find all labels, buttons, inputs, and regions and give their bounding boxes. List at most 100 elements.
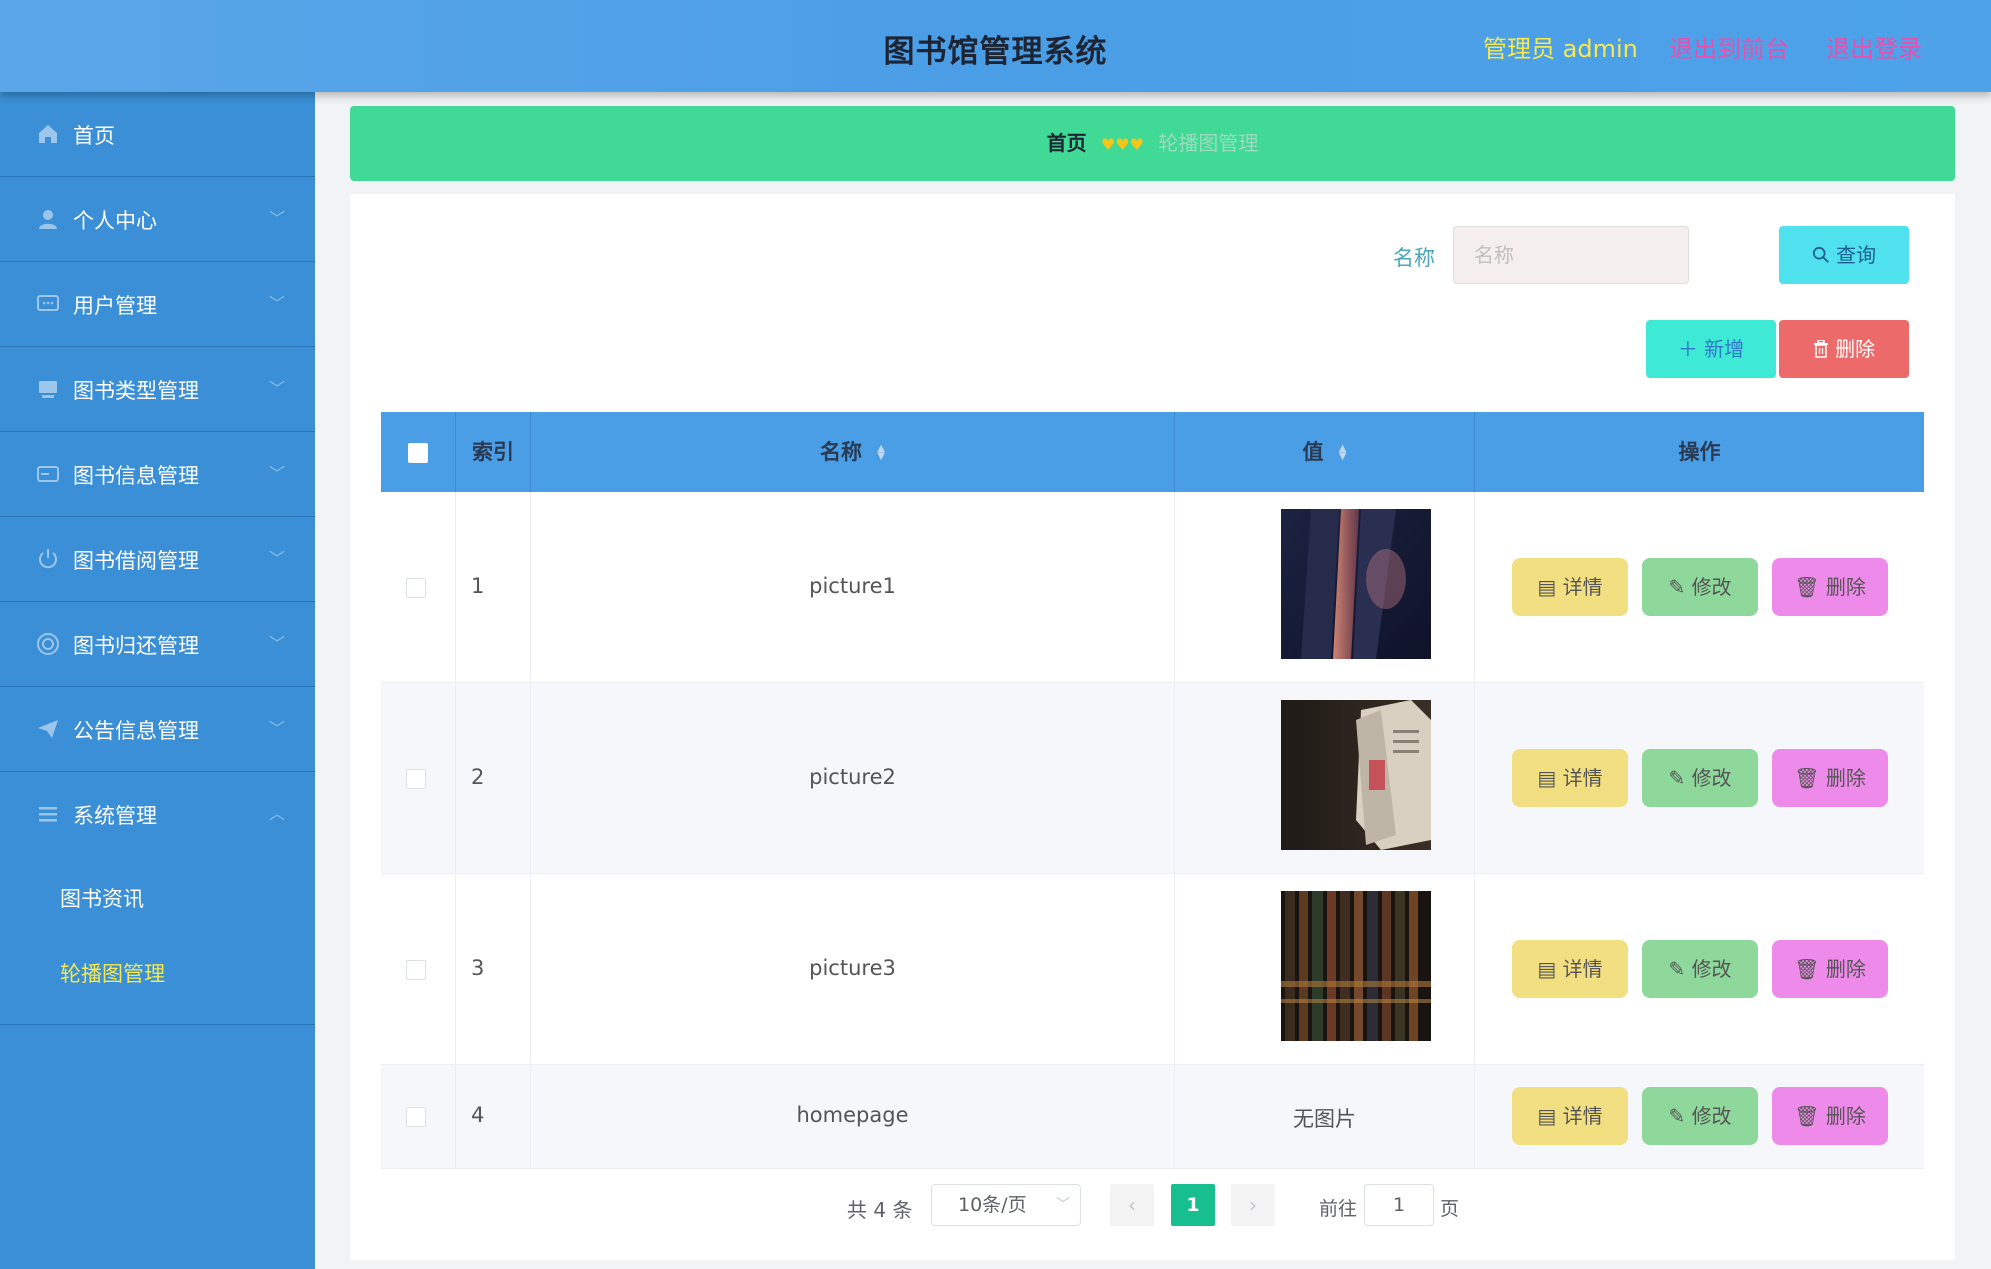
select-all-checkbox[interactable] bbox=[408, 443, 428, 463]
prev-page-button[interactable]: ‹ bbox=[1110, 1184, 1154, 1226]
row-index: 2 bbox=[471, 765, 485, 789]
trash-icon bbox=[1813, 337, 1835, 361]
document-icon: ▤ bbox=[1537, 575, 1557, 599]
row-index-cell: 3 bbox=[456, 874, 531, 1064]
header-name-label: 名称 bbox=[819, 440, 862, 464]
sidebar-item-label: 图书类型管理 bbox=[73, 379, 199, 403]
delete-button[interactable]: 🗑 删除 bbox=[1772, 1087, 1888, 1145]
delete-button[interactable]: 🗑 删除 bbox=[1772, 558, 1888, 616]
delete-button[interactable]: 🗑 删除 bbox=[1772, 940, 1888, 998]
search-input[interactable] bbox=[1453, 226, 1689, 284]
delete-button[interactable]: 🗑 删除 bbox=[1772, 749, 1888, 807]
row-checkbox[interactable] bbox=[406, 769, 426, 789]
detail-button[interactable]: ▤ 详情 bbox=[1512, 558, 1628, 616]
sidebar-item-system[interactable]: 系统管理 ︿ bbox=[0, 772, 315, 856]
home-icon bbox=[36, 122, 60, 146]
top-header: 图书馆管理系统 管理员 admin 退出到前台 退出登录 bbox=[0, 0, 1991, 92]
detail-button[interactable]: ▤ 详情 bbox=[1512, 1087, 1628, 1145]
delete-label: 删除 bbox=[1825, 575, 1866, 599]
detail-button[interactable]: ▤ 详情 bbox=[1512, 749, 1628, 807]
open-book-image bbox=[1281, 700, 1431, 850]
row-index-cell: 4 bbox=[456, 1065, 531, 1168]
row-index-cell: 2 bbox=[456, 683, 531, 873]
row-select-cell bbox=[381, 492, 456, 682]
chevron-down-icon: ﹀ bbox=[1056, 1197, 1070, 1213]
data-table: 索引 名称 ▲ ▼ 值 ▲ ▼ 操作 1 picture1 ▤ 详情 ✎ 修改 … bbox=[381, 412, 1924, 1169]
trash-icon: 🗑 bbox=[1794, 766, 1820, 790]
detail-label: 详情 bbox=[1562, 766, 1603, 790]
row-checkbox[interactable] bbox=[406, 1107, 426, 1127]
sidebar-item-return[interactable]: 图书归还管理 ﹀ bbox=[0, 602, 315, 687]
row-actions-cell: ▤ 详情 ✎ 修改 🗑 删除 bbox=[1475, 1065, 1924, 1168]
target-icon bbox=[36, 632, 60, 656]
page-number-current[interactable]: 1 bbox=[1171, 1184, 1215, 1226]
menu-icon bbox=[36, 802, 60, 826]
header-value[interactable]: 值 ▲ ▼ bbox=[1175, 412, 1475, 492]
sidebar-item-user-management[interactable]: 用户管理 ﹀ bbox=[0, 262, 315, 347]
row-checkbox[interactable] bbox=[406, 960, 426, 980]
row-checkbox[interactable] bbox=[406, 578, 426, 598]
row-value-cell: 无图片 bbox=[1175, 1065, 1475, 1168]
sidebar-subitem-carousel[interactable]: 轮播图管理 bbox=[0, 937, 315, 1012]
send-icon bbox=[36, 717, 60, 741]
breadcrumb-home[interactable]: 首页 bbox=[1047, 131, 1087, 155]
delete-button-label: 删除 bbox=[1835, 337, 1876, 361]
search-button[interactable]: 查询 bbox=[1779, 226, 1909, 284]
sidebar-item-announcement[interactable]: 公告信息管理 ﹀ bbox=[0, 687, 315, 772]
document-icon: ▤ bbox=[1537, 1104, 1557, 1128]
goto-page-input[interactable]: 1 bbox=[1364, 1184, 1434, 1226]
page-size-value: 10条/页 bbox=[958, 1194, 1027, 1216]
trash-icon: 🗑 bbox=[1794, 957, 1820, 981]
detail-button[interactable]: ▤ 详情 bbox=[1512, 940, 1628, 998]
sidebar-item-book-type[interactable]: 图书类型管理 ﹀ bbox=[0, 347, 315, 432]
row-name-cell: picture3 bbox=[531, 874, 1175, 1064]
sort-icon[interactable]: ▲ ▼ bbox=[1339, 444, 1347, 462]
breadcrumb-current: 轮播图管理 bbox=[1158, 131, 1259, 155]
delete-label: 删除 bbox=[1825, 957, 1866, 981]
table-row: 2 picture2 ▤ 详情 ✎ 修改 🗑 删除 bbox=[381, 683, 1924, 874]
row-actions-cell: ▤ 详情 ✎ 修改 🗑 删除 bbox=[1475, 874, 1924, 1064]
row-select-cell bbox=[381, 683, 456, 873]
sidebar-item-home[interactable]: 首页 bbox=[0, 92, 315, 177]
system-submenu: 图书资讯 轮播图管理 bbox=[0, 856, 315, 1025]
edit-button[interactable]: ✎ 修改 bbox=[1642, 1087, 1758, 1145]
edit-label: 修改 bbox=[1691, 1104, 1732, 1128]
page-size-select[interactable]: 10条/页 ﹀ bbox=[931, 1184, 1081, 1226]
table-row: 3 picture3 ▤ 详情 ✎ 修改 🗑 删除 bbox=[381, 874, 1924, 1065]
next-page-button[interactable]: › bbox=[1231, 1184, 1275, 1226]
edit-button[interactable]: ✎ 修改 bbox=[1642, 558, 1758, 616]
edit-icon: ✎ bbox=[1668, 1104, 1686, 1128]
row-name-cell: picture1 bbox=[531, 492, 1175, 682]
monitor-icon bbox=[36, 377, 60, 401]
sidebar-item-book-info[interactable]: 图书信息管理 ﹀ bbox=[0, 432, 315, 517]
sort-icon[interactable]: ▲ ▼ bbox=[877, 444, 885, 462]
sidebar-item-label: 图书归还管理 bbox=[73, 634, 199, 658]
sidebar-subitem-book-news[interactable]: 图书资讯 bbox=[0, 862, 315, 937]
row-name: picture2 bbox=[809, 765, 896, 789]
add-button[interactable]: ＋ 新增 bbox=[1646, 320, 1776, 378]
trash-icon: 🗑 bbox=[1794, 1104, 1820, 1128]
row-actions-cell: ▤ 详情 ✎ 修改 🗑 删除 bbox=[1475, 683, 1924, 873]
sidebar-item-personal-center[interactable]: 个人中心 ﹀ bbox=[0, 177, 315, 262]
bookshelf-image bbox=[1281, 891, 1431, 1041]
logout-link[interactable]: 退出登录 bbox=[1826, 29, 1922, 64]
row-index: 1 bbox=[471, 574, 485, 598]
edit-label: 修改 bbox=[1691, 575, 1732, 599]
row-value-cell bbox=[1175, 874, 1475, 1064]
delete-label: 删除 bbox=[1825, 1104, 1866, 1128]
exit-to-frontend-link[interactable]: 退出到前台 bbox=[1669, 29, 1789, 64]
sidebar-item-borrow[interactable]: 图书借阅管理 ﹀ bbox=[0, 517, 315, 602]
table-header: 索引 名称 ▲ ▼ 值 ▲ ▼ 操作 bbox=[381, 412, 1924, 492]
row-name: homepage bbox=[796, 1103, 909, 1127]
admin-username[interactable]: 管理员 admin bbox=[1483, 29, 1638, 64]
edit-button[interactable]: ✎ 修改 bbox=[1642, 940, 1758, 998]
edit-button[interactable]: ✎ 修改 bbox=[1642, 749, 1758, 807]
delete-label: 删除 bbox=[1825, 766, 1866, 790]
chevron-down-icon: ﹀ bbox=[268, 209, 285, 228]
goto-label: 前往 bbox=[1319, 1198, 1358, 1220]
header-name[interactable]: 名称 ▲ ▼ bbox=[531, 412, 1175, 492]
chevron-down-icon: ﹀ bbox=[268, 719, 285, 738]
batch-delete-button[interactable]: 删除 bbox=[1779, 320, 1909, 378]
row-actions-cell: ▤ 详情 ✎ 修改 🗑 删除 bbox=[1475, 492, 1924, 682]
trash-icon: 🗑 bbox=[1794, 575, 1820, 599]
